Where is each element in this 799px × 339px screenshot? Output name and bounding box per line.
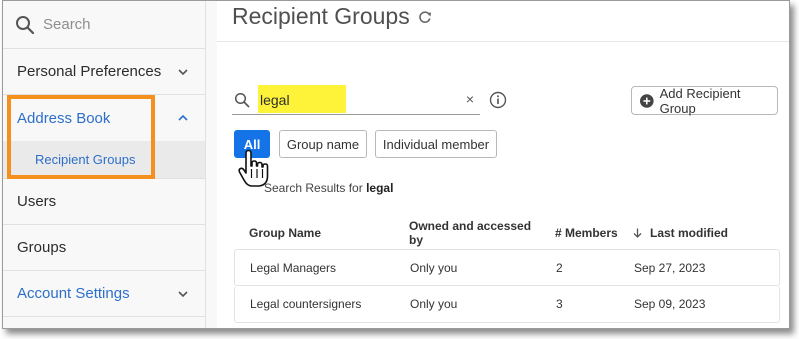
- page-title-text: Recipient Groups: [232, 3, 410, 29]
- cell-owned-by: Only you: [410, 297, 458, 311]
- sidebar-item-personal-preferences[interactable]: Personal Preferences: [3, 49, 205, 95]
- plus-circle-icon: [640, 93, 654, 108]
- cell-members: 2: [556, 260, 563, 275]
- sidebar-item-label: Recipient Groups: [35, 152, 136, 167]
- sidebar-item-label: Account Settings: [17, 285, 130, 302]
- sidebar-search[interactable]: Search: [3, 1, 205, 49]
- page-title: Recipient Groups: [232, 3, 432, 30]
- add-recipient-group-button[interactable]: Add Recipient Group: [631, 85, 778, 116]
- search-input-value: legal: [260, 91, 290, 108]
- sidebar-item-label: Users: [17, 193, 57, 210]
- results-term: legal: [366, 181, 394, 195]
- sidebar-item-groups[interactable]: Groups: [3, 225, 205, 271]
- sidebar-item-account-settings[interactable]: Account Settings: [3, 271, 205, 317]
- search-icon: [234, 92, 250, 107]
- sidebar-item-label: Personal Preferences: [17, 63, 162, 80]
- sidebar-item-recipient-groups[interactable]: Recipient Groups: [3, 141, 205, 179]
- chevron-up-icon: [177, 112, 189, 124]
- sidebar-item-users[interactable]: Users: [3, 179, 205, 225]
- cell-last-modified: Sep 27, 2023: [634, 260, 706, 275]
- sidebar: Search Personal Preferences Address Book…: [3, 1, 206, 328]
- title-divider: [217, 41, 789, 42]
- table-header: Group Name Owned and accessed by # Membe…: [234, 217, 780, 249]
- sidebar-item-label: Groups: [17, 239, 67, 256]
- cell-owned-by: Only you: [410, 260, 458, 275]
- table-row[interactable]: Legal Managers Only you 2 Sep 27, 2023: [234, 249, 780, 286]
- clear-search-icon[interactable]: ×: [466, 91, 474, 107]
- chevron-down-icon: [177, 66, 189, 78]
- results-prefix: Search Results for: [264, 181, 363, 195]
- cell-last-modified: Sep 09, 2023: [634, 297, 706, 311]
- column-header-group-name[interactable]: Group Name: [234, 226, 394, 240]
- add-recipient-group-label: Add Recipient Group: [659, 85, 741, 116]
- refresh-icon[interactable]: [418, 10, 432, 24]
- cell-group-name: Legal Managers: [250, 260, 337, 275]
- app-window: Search Personal Preferences Address Book…: [2, 0, 790, 329]
- search-icon: [16, 15, 35, 34]
- filter-individual-member-button[interactable]: Individual member: [375, 130, 497, 158]
- group-search-input[interactable]: legal ×: [232, 85, 480, 115]
- chevron-down-icon: [177, 288, 189, 300]
- table-row[interactable]: Legal countersigners Only you 3 Sep 09, …: [234, 286, 780, 323]
- column-header-last-modified[interactable]: Last modified: [618, 226, 780, 240]
- search-results-caption: Search Results for legal: [264, 181, 393, 195]
- filter-group-name-button[interactable]: Group name: [279, 130, 367, 158]
- sidebar-search-placeholder: Search: [43, 16, 91, 33]
- sidebar-item-address-book[interactable]: Address Book: [3, 95, 205, 141]
- column-header-owned-by[interactable]: Owned and accessed by: [394, 219, 540, 247]
- column-header-label: Last modified: [650, 226, 729, 240]
- recipient-groups-table: Group Name Owned and accessed by # Membe…: [234, 217, 780, 323]
- main-content: Recipient Groups legal × Add Recipient G…: [217, 1, 789, 328]
- sidebar-item-label: Address Book: [17, 109, 111, 127]
- cell-members: 3: [556, 297, 563, 311]
- sort-down-icon: [633, 228, 642, 238]
- column-header-members[interactable]: # Members: [540, 226, 618, 240]
- info-icon[interactable]: [489, 91, 507, 109]
- cell-group-name: Legal countersigners: [250, 297, 362, 311]
